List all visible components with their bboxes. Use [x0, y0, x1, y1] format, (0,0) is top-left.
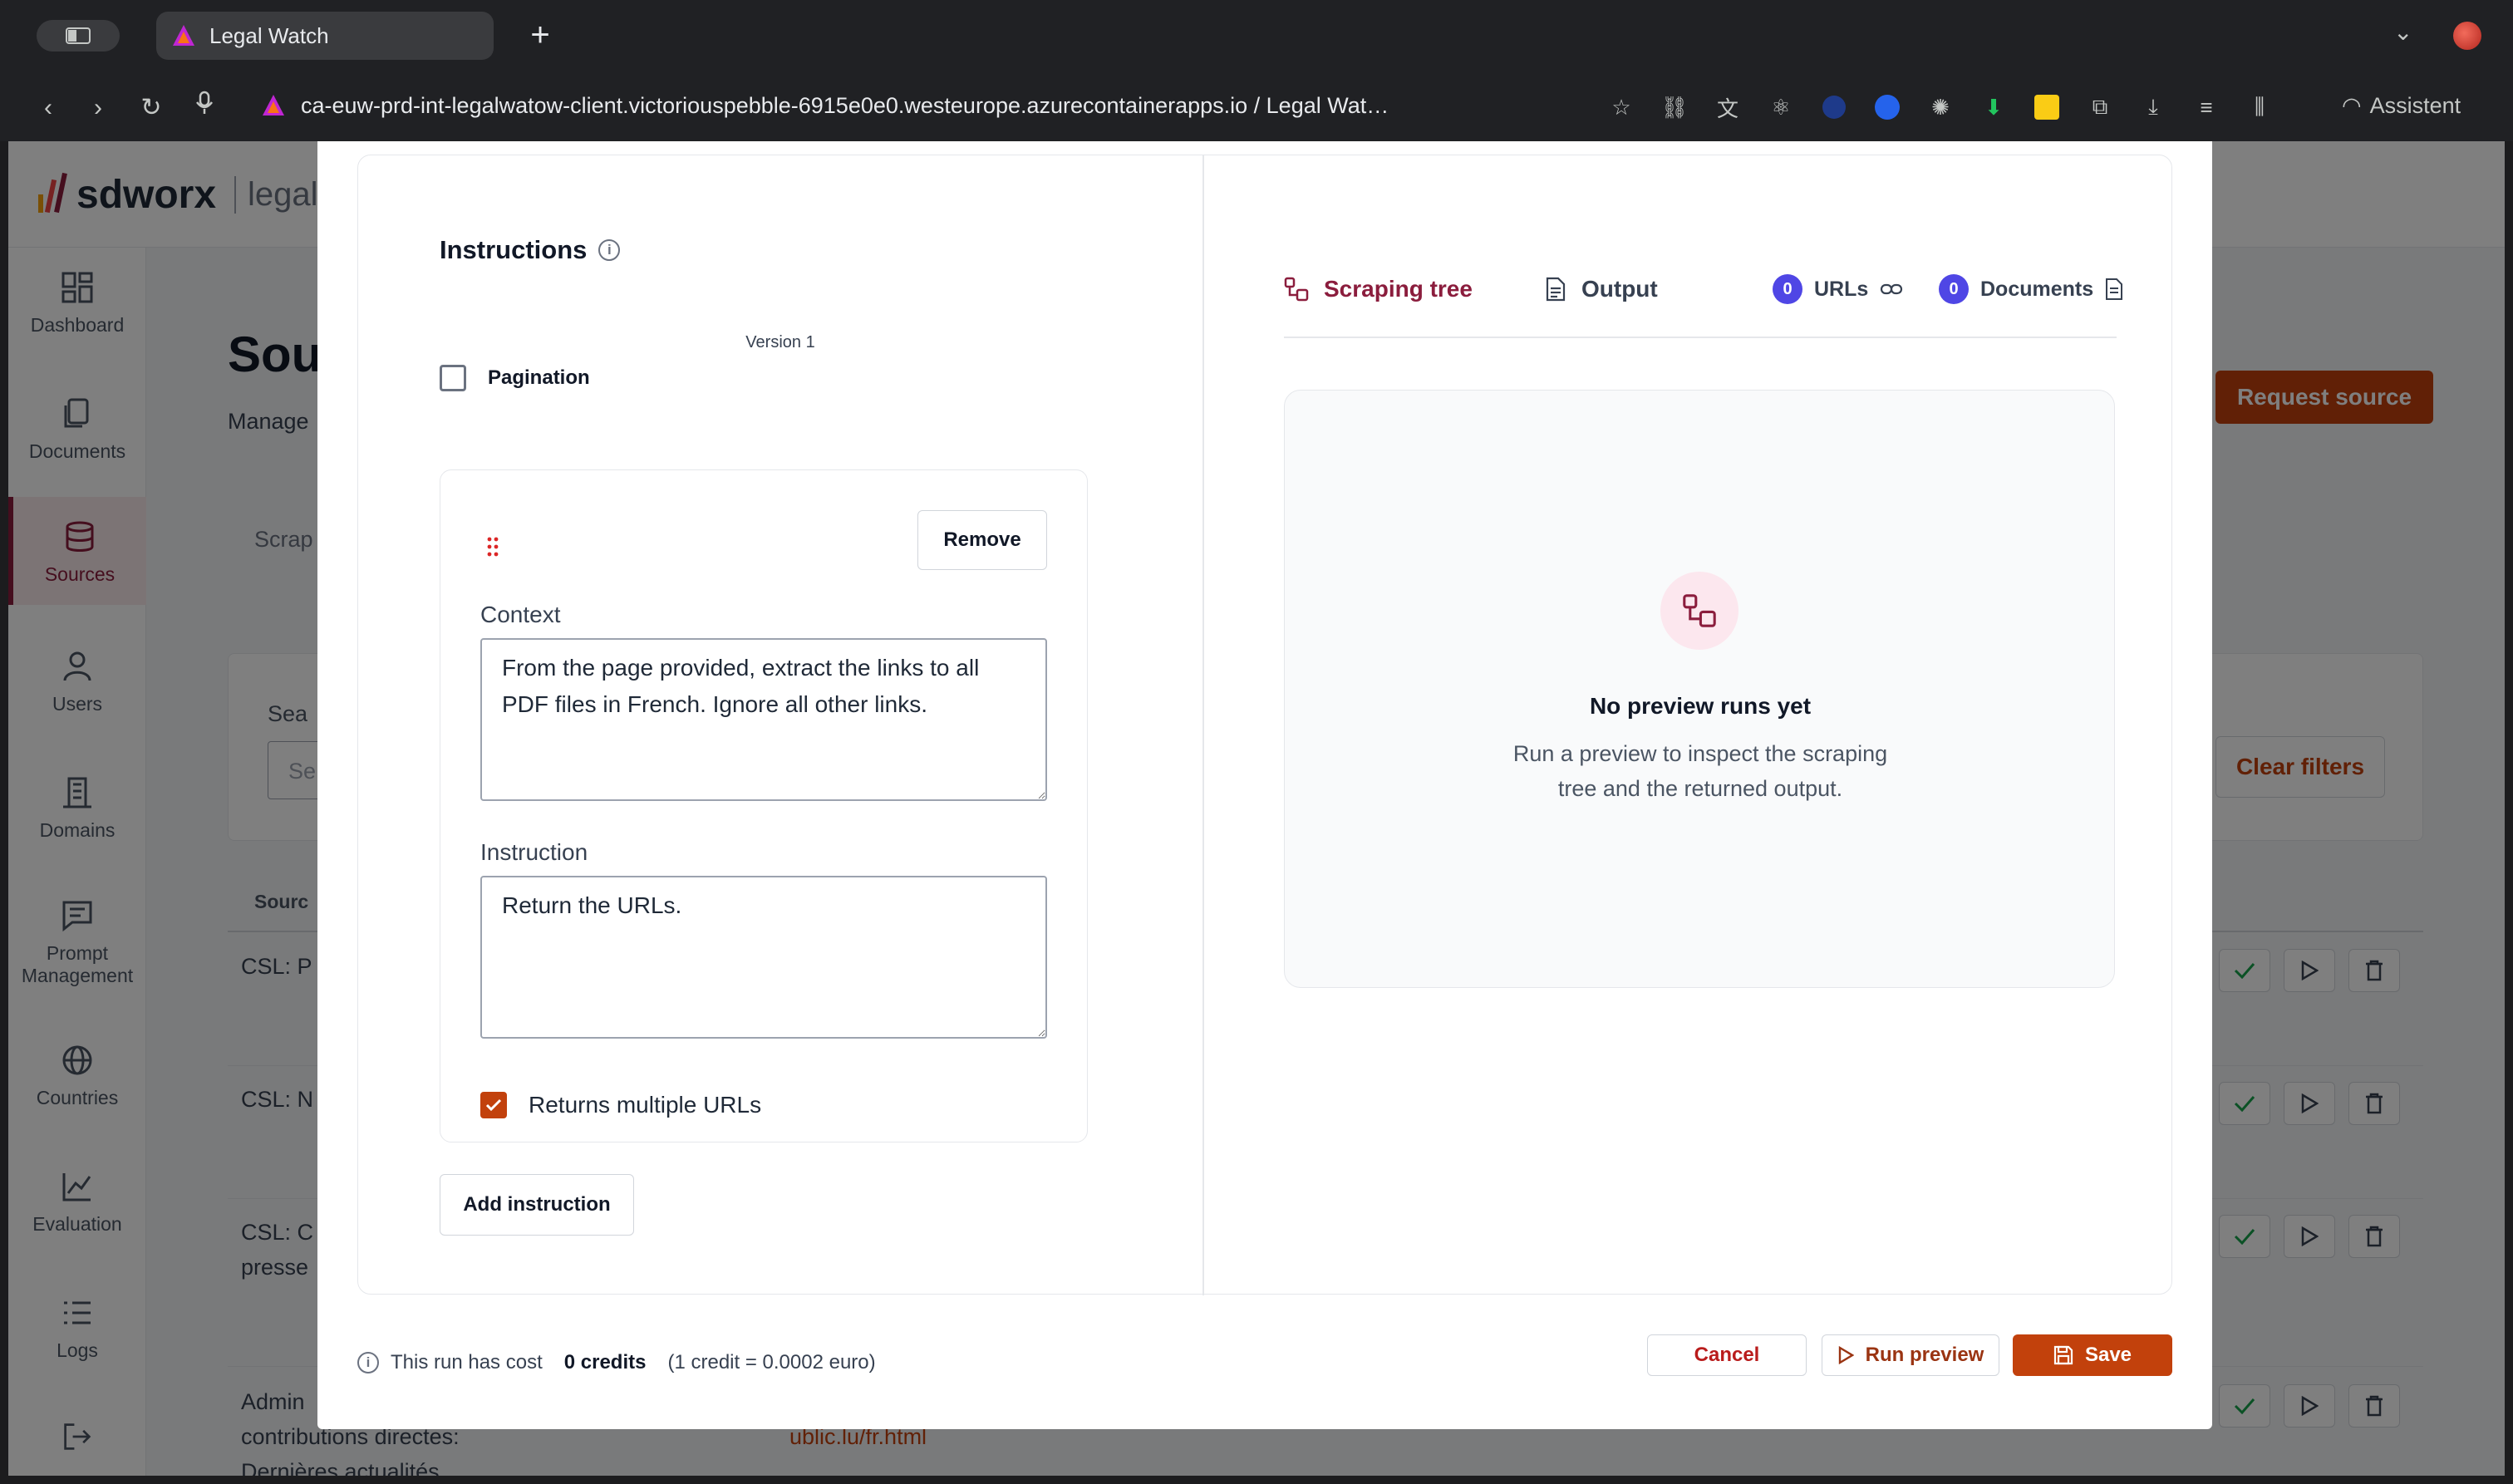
tab-urls[interactable]: 0 URLs [1773, 258, 1903, 320]
reload-icon[interactable]: ↻ [133, 90, 170, 126]
cost-prefix: This run has cost [391, 1351, 543, 1373]
instruction-textarea[interactable]: Return the URLs. [480, 876, 1047, 1039]
preview-pane: Scraping tree Output 0 URLs 0 Documents [1204, 155, 2173, 1295]
info-icon: i [357, 1352, 379, 1373]
browser-tab[interactable]: Legal Watch [156, 12, 494, 60]
tab-label: URLs [1814, 277, 1869, 301]
context-label: Context [480, 602, 561, 627]
cancel-button[interactable]: Cancel [1647, 1334, 1807, 1376]
site-favicon-icon [261, 93, 286, 122]
scraping-tree-icon [1660, 572, 1738, 650]
remove-button[interactable]: Remove [917, 510, 1047, 570]
pagination-checkbox-row[interactable]: Pagination [440, 365, 590, 391]
returns-multiple-checkbox[interactable] [480, 1092, 507, 1118]
new-tab-button[interactable]: + [519, 13, 562, 57]
translate-icon[interactable]: 文 [1710, 90, 1745, 125]
link-icon [1881, 283, 1903, 295]
save-label: Save [2084, 1344, 2132, 1366]
check-icon [485, 1098, 502, 1112]
assistant-icon: ◠ [2342, 93, 2362, 118]
tab-label: Scraping tree [1324, 276, 1473, 302]
assistant-button[interactable]: ◠ Assistent [2342, 93, 2461, 119]
back-icon[interactable]: ‹ [30, 90, 66, 126]
empty-state-description: Run a preview to inspect the scraping tr… [1512, 741, 1888, 801]
extension-toolbar: ☆ ⛓ 文 ⚛ ✺ ⬇ ⧉ ⤓ ≡ ⫼ [1604, 88, 2277, 126]
run-preview-button[interactable]: Run preview [1822, 1334, 1999, 1376]
modal-footer: i This run has cost 0 credits (1 credit … [357, 1334, 2172, 1393]
document-icon [2106, 278, 2123, 300]
tab-label: Output [1581, 276, 1658, 302]
add-instruction-button[interactable]: Add instruction [440, 1174, 634, 1236]
info-icon[interactable]: i [598, 239, 621, 261]
tab-search-chevron-icon[interactable]: ⌄ [2393, 18, 2412, 46]
microphone-icon[interactable] [186, 90, 223, 126]
credit-rate: (1 credit = 0.0002 euro) [667, 1351, 876, 1373]
app-window: sdworx legal wa Dashboard Documents Sour… [8, 141, 2505, 1476]
extensions-puzzle-icon[interactable]: ⧉ [2083, 90, 2117, 125]
edit-source-modal: Instructions i Version 1 Pagination Remo… [317, 141, 2212, 1429]
preview-tabs: Scraping tree Output 0 URLs 0 Documents [1284, 258, 2123, 338]
tree-icon [1284, 277, 1309, 302]
react-devtools-icon[interactable]: ⚛ [1763, 90, 1798, 125]
downloads-icon[interactable]: ⤓ [2136, 90, 2171, 125]
play-icon [1838, 1346, 1854, 1364]
tab-output[interactable]: Output [1545, 258, 1658, 320]
drag-handle-icon[interactable] [487, 537, 499, 557]
credits-value: 0 credits [563, 1351, 647, 1373]
profile-avatar[interactable] [2453, 22, 2481, 50]
url-field[interactable]: ca-euw-prd-int-legalwatow-client.victori… [301, 93, 1389, 119]
context-textarea[interactable]: From the page provided, extract the link… [480, 638, 1047, 801]
returns-multiple-row[interactable]: Returns multiple URLs [480, 1092, 761, 1118]
empty-state-title: No preview runs yet [1589, 693, 1812, 719]
tab-documents[interactable]: 0 Documents [1939, 258, 2123, 320]
reading-list-icon[interactable]: ≡ [2189, 90, 2224, 125]
pagination-checkbox[interactable] [440, 365, 466, 391]
modal-content-panel: Instructions i Version 1 Pagination Remo… [357, 155, 2172, 1295]
tab-title: Legal Watch [209, 22, 329, 48]
sidebar-icon [66, 27, 91, 44]
tab-label: Documents [1980, 277, 2094, 301]
save-icon [2053, 1345, 2073, 1365]
instruction-label: Instruction [480, 839, 588, 865]
instructions-title: Instructions [440, 235, 588, 264]
app-favicon-icon [173, 25, 194, 46]
documents-count-badge: 0 [1939, 274, 1969, 304]
audio-wave-icon[interactable]: ⫼ [2242, 90, 2277, 125]
browser-chrome: Legal Watch + ⌄ ‹ › ↻ ca-euw-prd-int-leg… [0, 0, 2513, 141]
assistant-label: Assistent [2369, 93, 2461, 118]
forward-icon[interactable]: › [80, 90, 116, 126]
bookmark-star-icon[interactable]: ☆ [1604, 90, 1639, 125]
returns-multiple-label: Returns multiple URLs [529, 1092, 762, 1118]
tab-strip: Legal Watch + ⌄ [0, 0, 2513, 71]
instructions-heading: Instructions i [440, 235, 621, 265]
pagination-label: Pagination [488, 366, 590, 389]
share-link-icon[interactable]: ⛓ [1657, 90, 1692, 125]
js-extension-icon[interactable] [2029, 90, 2064, 125]
shazam-extension-icon[interactable] [1870, 90, 1905, 125]
document-icon [1546, 277, 1566, 302]
urls-count-badge: 0 [1773, 274, 1802, 304]
sidebar-toggle-button[interactable] [37, 20, 120, 52]
download-arrow-extension-icon[interactable]: ⬇ [1976, 90, 2011, 125]
extension-dark-icon[interactable] [1817, 90, 1852, 125]
save-button[interactable]: Save [2013, 1334, 2172, 1376]
empty-state-panel: No preview runs yet Run a preview to ins… [1284, 390, 2115, 988]
run-cost-info: i This run has cost 0 credits (1 credit … [357, 1351, 876, 1374]
tab-scraping-tree[interactable]: Scraping tree [1284, 258, 1473, 320]
run-preview-label: Run preview [1865, 1344, 1984, 1366]
version-label: Version 1 [745, 333, 815, 351]
instructions-pane: Instructions i Version 1 Pagination Remo… [358, 155, 1204, 1295]
chatgpt-extension-icon[interactable]: ✺ [1923, 90, 1958, 125]
instruction-card: Remove Context From the page provided, e… [440, 469, 1088, 1142]
